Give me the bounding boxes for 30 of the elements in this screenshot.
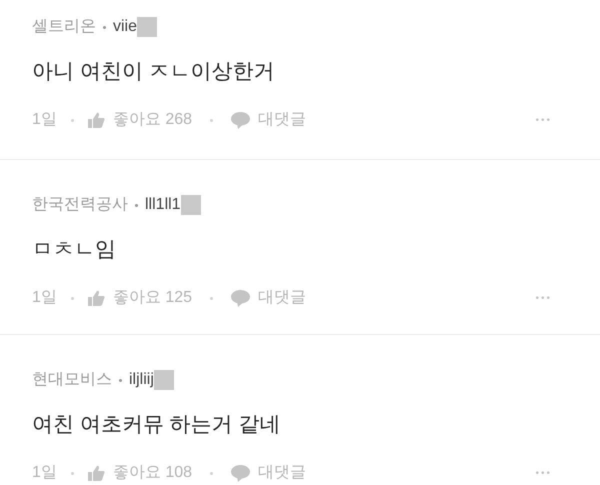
thumbs-up-icon [88, 112, 105, 128]
like-button[interactable]: 좋아요 268 [88, 108, 192, 132]
reply-button[interactable]: 대댓글 [231, 286, 306, 310]
speech-bubble-icon [231, 464, 250, 482]
redaction-block [180, 195, 201, 215]
comment-text: 아니 여친이 ㅈㄴ이상한거 [32, 59, 276, 85]
comment-time: 1일 [32, 463, 57, 483]
like-button[interactable]: 좋아요 125 [88, 286, 192, 310]
comment-text: ㅁㅊㄴ임 [32, 237, 117, 263]
reply-button[interactable]: 대댓글 [231, 108, 306, 132]
comment-time: 1일 [32, 288, 57, 308]
username: lll1ll1 [145, 195, 181, 215]
redaction-block [154, 370, 174, 390]
like-button[interactable]: 좋아요 108 [88, 461, 192, 485]
redaction-block [137, 17, 158, 37]
company-name: 셀트리온 [32, 17, 96, 37]
thumbs-up-icon [88, 290, 105, 306]
speech-bubble-icon [231, 290, 250, 306]
thumbs-up-icon [88, 465, 105, 481]
username: iljliij [129, 370, 154, 390]
company-name: 한국전력공사 [32, 195, 128, 215]
username: viie [113, 17, 138, 37]
reply-button[interactable]: 대댓글 [231, 461, 306, 485]
more-button[interactable]: ••• [535, 466, 552, 480]
comment-time: 1일 [32, 110, 57, 130]
speech-bubble-icon [231, 112, 250, 128]
comment-text: 여친 여초커뮤 하는거 같네 [32, 412, 282, 438]
company-name: 현대모비스 [32, 370, 112, 390]
more-button[interactable]: ••• [535, 290, 552, 306]
more-button[interactable]: ••• [535, 112, 552, 128]
